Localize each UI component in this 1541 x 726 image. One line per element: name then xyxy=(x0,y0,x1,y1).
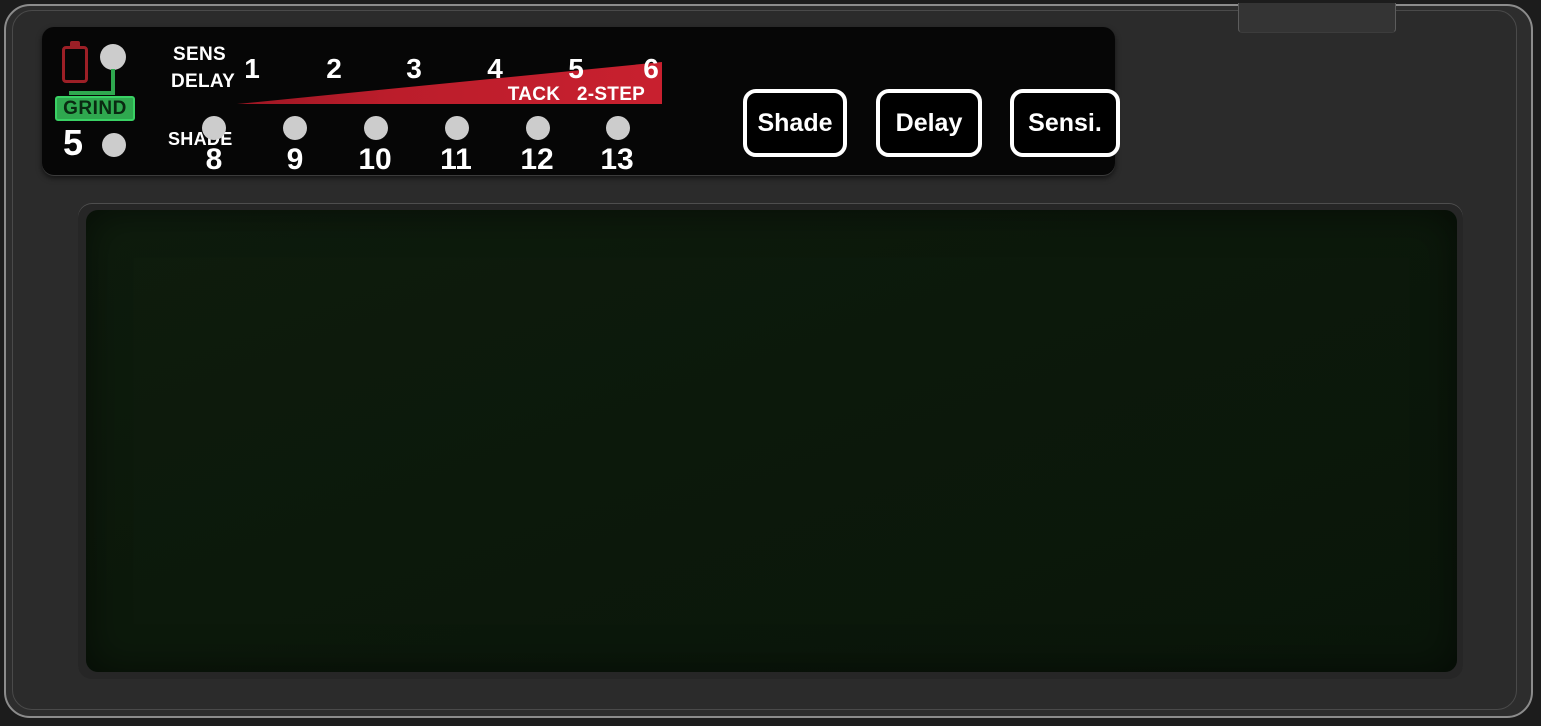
scale-top-num-4: 4 xyxy=(487,53,503,84)
scale-top-num-3: 3 xyxy=(406,53,422,84)
scale-sub-tack: TACK xyxy=(507,84,561,105)
scale-bottom-num-12: 12 xyxy=(520,143,554,176)
delay-button[interactable]: Delay xyxy=(876,89,982,157)
auto-darkening-lens xyxy=(86,210,1457,672)
welding-helmet-screenshot: GRIND 5 SENS DELAY SHADE 1 2 3 4 5 6 TAC… xyxy=(0,0,1541,726)
scale-top-num-6: 6 xyxy=(643,53,659,84)
led-2-9[interactable] xyxy=(283,116,307,140)
delay-button-label: Delay xyxy=(895,108,963,137)
led-3-10[interactable] xyxy=(364,116,388,140)
sensitivity-button-label: Sensi. xyxy=(1028,108,1102,137)
shade-button-label: Shade xyxy=(757,108,833,137)
led-4-11[interactable] xyxy=(445,116,469,140)
scale-top-num-1: 1 xyxy=(244,53,260,84)
control-panel: GRIND 5 SENS DELAY SHADE 1 2 3 4 5 6 TAC… xyxy=(42,27,1120,176)
helmet-top-tab xyxy=(1238,3,1396,33)
scale-sub-2-step: 2-STEP xyxy=(576,84,646,105)
led-6-13[interactable] xyxy=(606,116,630,140)
shade-button[interactable]: Shade xyxy=(743,89,847,157)
sensitivity-button[interactable]: Sensi. xyxy=(1010,89,1120,157)
led-1-8[interactable] xyxy=(202,116,226,140)
scale-bottom-num-9: 9 xyxy=(286,143,304,176)
scale-top-num-2: 2 xyxy=(326,53,342,84)
led-5-12[interactable] xyxy=(526,116,550,140)
scale-top-num-5: 5 xyxy=(568,53,584,84)
panel-button-group: Shade Delay Sensi. xyxy=(697,44,1120,157)
scale-bottom-num-8: 8 xyxy=(205,143,223,176)
scale-bottom-num-11: 11 xyxy=(440,143,472,176)
scale-bottom-num-10: 10 xyxy=(358,143,392,176)
scale-bottom-num-13: 13 xyxy=(600,143,634,176)
